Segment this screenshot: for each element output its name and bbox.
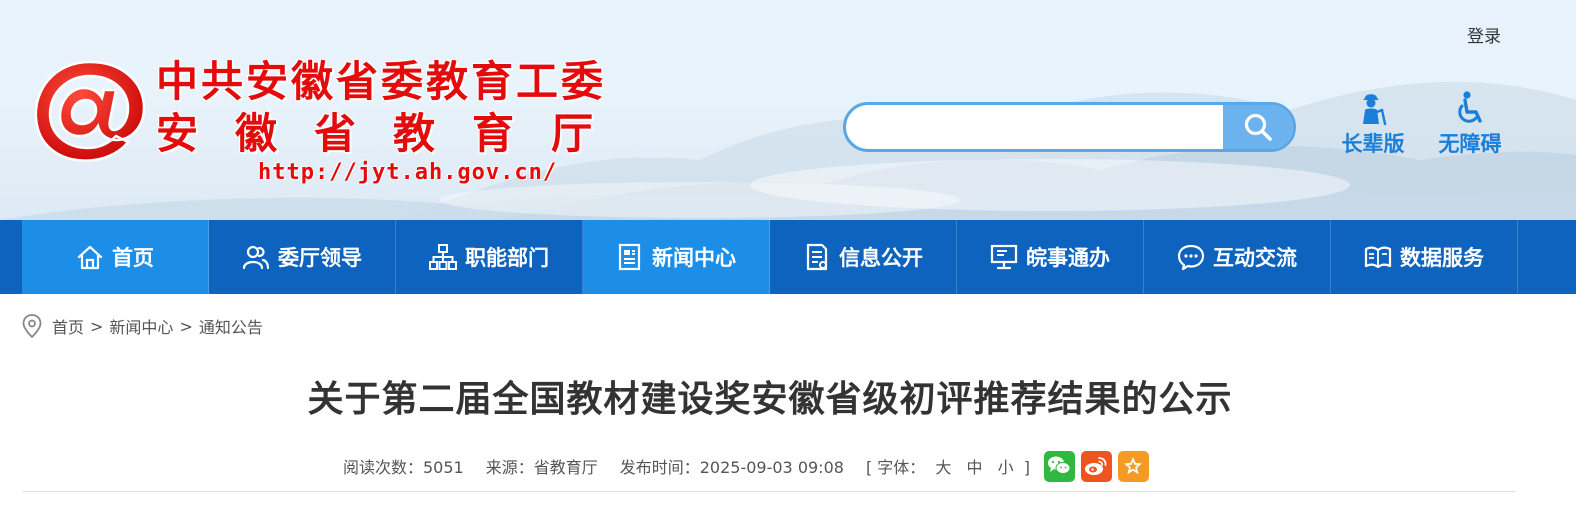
elder-icon bbox=[1363, 94, 1387, 126]
share-wechat-button[interactable] bbox=[1043, 450, 1075, 482]
home-icon bbox=[77, 245, 103, 270]
font-size-medium[interactable]: 中 bbox=[966, 458, 982, 477]
wechat-icon bbox=[1048, 456, 1071, 474]
weibo-icon bbox=[1085, 457, 1107, 475]
nav-item-leaders[interactable]: 委厅领导 bbox=[209, 220, 396, 294]
font-size-large[interactable]: 大 bbox=[935, 458, 951, 477]
brand-url: http://jyt.ah.gov.cn/ bbox=[258, 160, 558, 185]
main-nav: 首页 委厅领导 职能部门 新闻中心 信息公开 皖事通办 互动交流 数据服务 bbox=[0, 220, 1576, 294]
nav-label: 职能部门 bbox=[465, 246, 549, 270]
search-input[interactable] bbox=[846, 105, 1223, 149]
nav-item-departments[interactable]: 职能部门 bbox=[396, 220, 583, 294]
document-icon bbox=[806, 243, 828, 271]
accessibility-button[interactable]: 无障碍 bbox=[1430, 90, 1510, 158]
leaders-icon bbox=[242, 245, 270, 270]
article-title: 关于第二届全国教材建设奖安徽省级初评推荐结果的公示 bbox=[307, 379, 1233, 420]
accessibility-icon bbox=[1458, 91, 1482, 123]
computer-icon bbox=[990, 244, 1018, 270]
nav-label: 首页 bbox=[112, 246, 154, 270]
nav-item-home[interactable]: 首页 bbox=[22, 220, 209, 294]
breadcrumb-home[interactable]: 首页 bbox=[52, 314, 84, 338]
nav-label: 数据服务 bbox=[1400, 246, 1484, 270]
nav-item-data-service[interactable]: 数据服务 bbox=[1331, 220, 1518, 294]
news-icon bbox=[618, 243, 641, 271]
elder-mode-label: 长辈版 bbox=[1341, 132, 1405, 156]
location-pin-icon bbox=[22, 314, 42, 338]
brand-title-department: 安徽省教育厅 bbox=[156, 109, 631, 158]
header-divider bbox=[22, 491, 1515, 492]
view-count: 阅读次数：5051 bbox=[343, 458, 464, 477]
nav-label: 皖事通办 bbox=[1026, 246, 1110, 270]
star-icon bbox=[1124, 457, 1143, 475]
book-icon bbox=[1364, 246, 1392, 269]
breadcrumb-separator: > bbox=[179, 316, 193, 336]
site-header: 登录 中共安徽省委教育工委 安徽省教育厅 http://jyt.ah.gov.c… bbox=[0, 0, 1576, 220]
font-size-close: ] bbox=[1023, 458, 1030, 477]
search-icon bbox=[1244, 113, 1272, 141]
article-meta: 阅读次数：5051 来源：省教育厅 发布时间：2025-09-03 09:08 … bbox=[343, 450, 1155, 482]
login-link[interactable]: 登录 bbox=[1467, 22, 1501, 47]
share-favorite-button[interactable] bbox=[1117, 450, 1149, 482]
breadcrumb-separator: > bbox=[90, 316, 104, 336]
brand-title-party: 中共安徽省委教育工委 bbox=[156, 57, 607, 106]
font-size-small[interactable]: 小 bbox=[998, 458, 1014, 477]
font-size-switcher: [ 字体： 大 中 小 ] bbox=[866, 454, 1030, 478]
nav-item-interaction[interactable]: 互动交流 bbox=[1144, 220, 1331, 294]
elder-mode-button[interactable]: 长辈版 bbox=[1333, 90, 1413, 158]
nav-label: 信息公开 bbox=[839, 246, 923, 270]
article-source: 来源：省教育厅 bbox=[485, 458, 598, 477]
breadcrumb-notices[interactable]: 通知公告 bbox=[199, 314, 263, 338]
nav-item-news[interactable]: 新闻中心 bbox=[583, 220, 770, 294]
search-button[interactable] bbox=[1223, 105, 1293, 149]
chat-icon bbox=[1177, 244, 1205, 271]
share-weibo-button[interactable] bbox=[1080, 450, 1112, 482]
search-bar bbox=[843, 102, 1296, 152]
publish-time: 发布时间：2025-09-03 09:08 bbox=[619, 458, 844, 477]
nav-label: 新闻中心 bbox=[652, 246, 736, 270]
logo-icon bbox=[34, 60, 146, 162]
nav-item-services[interactable]: 皖事通办 bbox=[957, 220, 1144, 294]
breadcrumb-news[interactable]: 新闻中心 bbox=[109, 314, 173, 338]
nav-item-info-disclosure[interactable]: 信息公开 bbox=[770, 220, 957, 294]
nav-label: 委厅领导 bbox=[278, 246, 362, 270]
breadcrumb: 首页 > 新闻中心 > 通知公告 bbox=[22, 313, 263, 339]
accessibility-label: 无障碍 bbox=[1438, 132, 1502, 156]
font-size-label: [ 字体： bbox=[865, 458, 926, 477]
org-chart-icon bbox=[429, 244, 457, 270]
nav-label: 互动交流 bbox=[1213, 246, 1297, 270]
